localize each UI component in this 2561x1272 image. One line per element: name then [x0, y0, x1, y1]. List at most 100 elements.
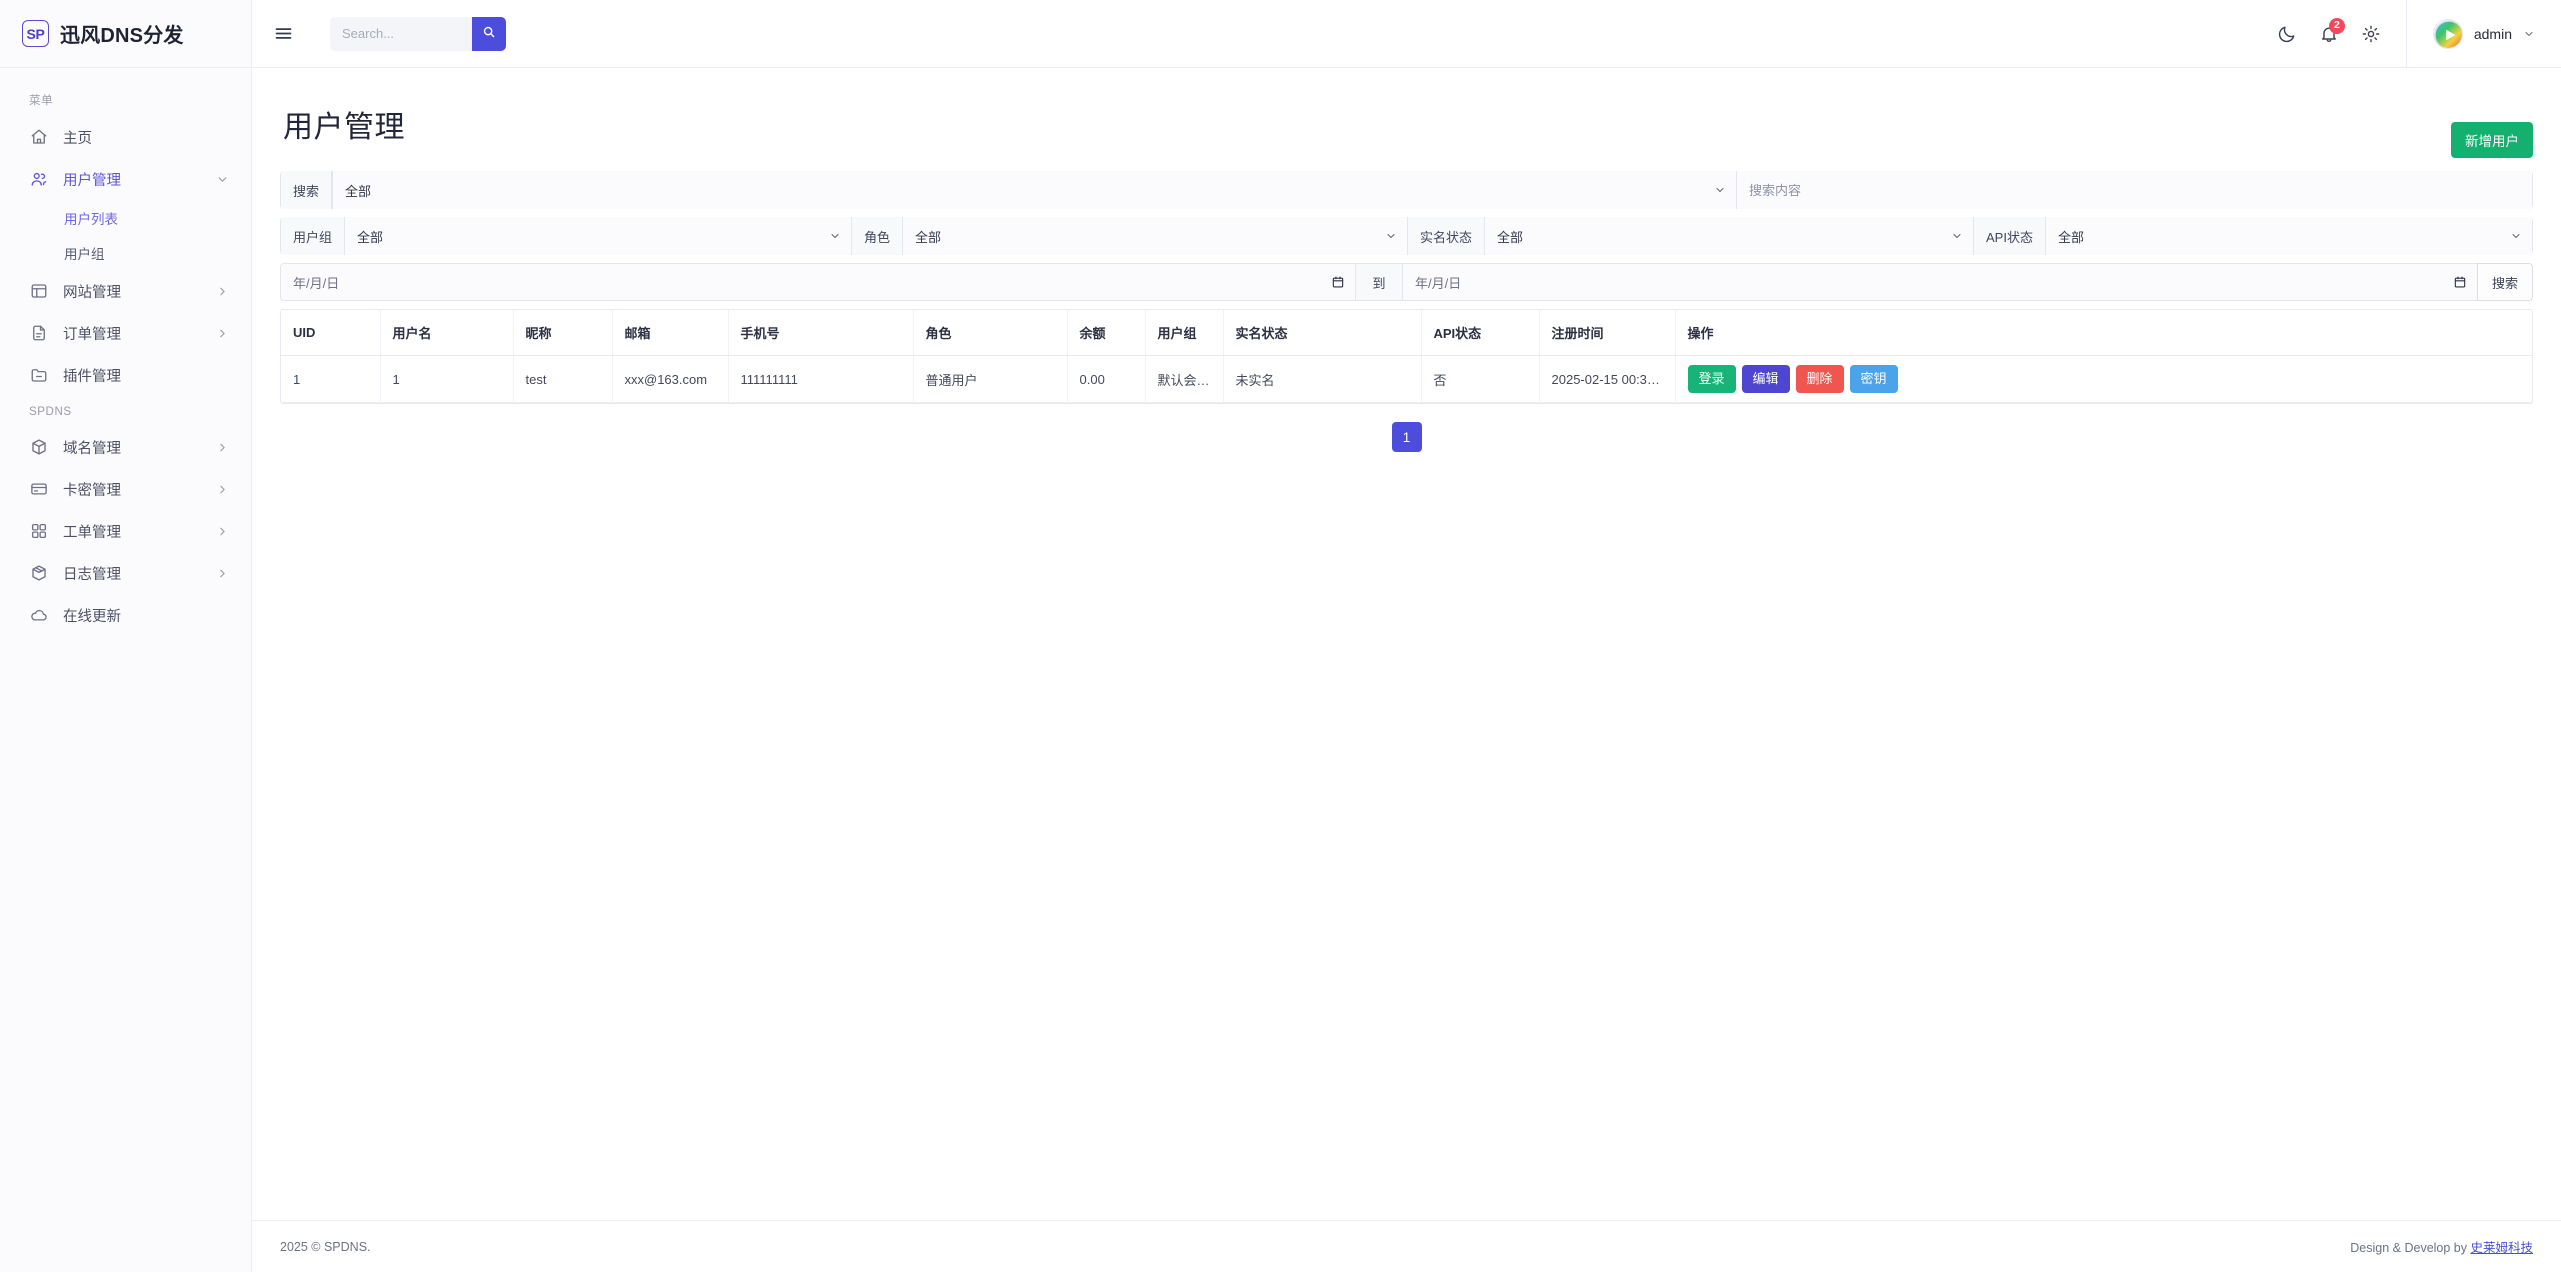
date-range-separator: 到 — [1356, 263, 1402, 301]
footer: 2025 © SPDNS. Design & Develop by 史莱姆科技 — [252, 1220, 2561, 1272]
sidebar-item-label: 域名管理 — [63, 440, 121, 457]
chevron-down-icon — [1945, 230, 1963, 242]
table-header-row: UID 用户名 昵称 邮箱 手机号 角色 余额 用户组 实名状态 API状态 注… — [281, 310, 2532, 356]
chevron-right-icon — [216, 285, 229, 298]
calendar-icon[interactable] — [1331, 275, 1345, 289]
search-input[interactable] — [330, 16, 472, 51]
chevron-right-icon — [216, 525, 229, 538]
cell-balance: 0.00 — [1067, 355, 1146, 404]
sidebar-subitem-label: 用户列表 — [64, 211, 118, 227]
filter-row-1: 搜索 全部 — [280, 171, 2533, 209]
col-balance[interactable]: 余额 — [1067, 310, 1146, 356]
cell-api-status: 否 — [1421, 355, 1540, 404]
footer-copyright: 2025 © SPDNS. — [280, 1239, 371, 1254]
credit-card-icon — [29, 480, 48, 499]
cell-phone: 111111111 — [728, 355, 914, 404]
footer-credit-prefix: Design & Develop by — [2350, 1241, 2471, 1255]
row-key-button[interactable]: 密钥 — [1849, 365, 1898, 394]
filter-api: API状态 全部 — [1974, 217, 2533, 255]
api-status-select[interactable]: 全部 — [2045, 217, 2532, 255]
sidebar-item-online-update[interactable]: 在线更新 — [0, 594, 251, 636]
chevron-down-icon — [2523, 28, 2535, 40]
sidebar-item-label: 用户管理 — [63, 172, 121, 189]
row-delete-button[interactable]: 删除 — [1795, 365, 1844, 394]
brand[interactable]: SP 迅风DNS分发 — [0, 0, 251, 68]
sidebar-nav: 菜单 主页 用户管理 用户列表 用户组 网站管理 订单管理 插件管理 SPDNS… — [0, 68, 251, 1272]
col-username[interactable]: 用户名 — [380, 310, 514, 356]
filter-label-role: 角色 — [852, 217, 904, 255]
date-start-input[interactable]: 年/月/日 — [280, 263, 1356, 301]
date-end-input[interactable]: 年/月/日 — [1402, 263, 2477, 301]
cell-usergroup: 默认会员组 — [1145, 355, 1224, 404]
footer-credit: Design & Develop by 史莱姆科技 — [2350, 1237, 2533, 1256]
sidebar-item-user-management[interactable]: 用户管理 — [0, 158, 251, 200]
realname-status-select[interactable]: 全部 — [1485, 217, 1973, 255]
sidebar-item-user-group[interactable]: 用户组 — [0, 235, 251, 270]
sidebar-item-order-management[interactable]: 订单管理 — [0, 312, 251, 354]
calendar-icon[interactable] — [2453, 275, 2467, 289]
sidebar-section-label-menu: 菜单 — [29, 95, 54, 107]
user-name: admin — [2473, 25, 2512, 42]
search-submit-button[interactable] — [472, 16, 506, 51]
topbar-actions: 2 admin — [2266, 0, 2543, 68]
sidebar-item-site-management[interactable]: 网站管理 — [0, 270, 251, 312]
cell-username: 1 — [380, 355, 514, 404]
sidebar-item-label: 在线更新 — [63, 608, 121, 625]
sidebar-item-label: 主页 — [63, 130, 92, 147]
filter-panel: 搜索 全部 搜索内容 用户组 全部 角色 全部 实名状态 全部 API状态 全部… — [280, 171, 2533, 301]
role-select[interactable]: 全部 — [903, 217, 1407, 255]
col-actions: 操作 — [1675, 310, 2532, 356]
bell-icon[interactable]: 2 — [2308, 13, 2350, 55]
chevron-down-icon — [216, 173, 229, 186]
filter-search-button[interactable]: 搜索 — [2477, 263, 2533, 301]
filter-row-3: 年/月/日 到 年/月/日 搜索 — [280, 263, 2533, 301]
col-register-time[interactable]: 注册时间 — [1539, 310, 1676, 356]
sp-logo-icon: SP — [22, 20, 49, 47]
filter-usergroup: 用户组 全部 — [280, 217, 852, 255]
grid-icon — [29, 522, 48, 541]
search-content-input[interactable] — [1737, 171, 2532, 209]
col-phone[interactable]: 手机号 — [728, 310, 914, 356]
sidebar-item-plugin-management[interactable]: 插件管理 — [0, 354, 251, 396]
sidebar-item-domain-management[interactable]: 域名管理 — [0, 426, 251, 468]
cell-realname-status: 未实名 — [1223, 355, 1422, 404]
sidebar-item-ticket-management[interactable]: 工单管理 — [0, 510, 251, 552]
row-login-button[interactable]: 登录 — [1687, 365, 1736, 394]
main-area: 2 — [252, 0, 2561, 1272]
user-menu[interactable]: admin — [2405, 0, 2543, 68]
usergroup-select[interactable]: 全部 — [345, 217, 851, 255]
search-field-value: 全部 — [345, 183, 372, 199]
sidebar-item-label: 卡密管理 — [63, 482, 121, 499]
pagination-page-1[interactable]: 1 — [1391, 422, 1422, 453]
col-nickname[interactable]: 昵称 — [513, 310, 613, 356]
col-role[interactable]: 角色 — [913, 310, 1068, 356]
notification-badge: 2 — [2328, 17, 2345, 34]
sidebar-item-home[interactable]: 主页 — [0, 116, 251, 158]
sidebar-item-label: 订单管理 — [63, 326, 121, 343]
page-title: 用户管理 — [283, 111, 405, 144]
chevron-down-icon — [1708, 184, 1726, 196]
col-email[interactable]: 邮箱 — [612, 310, 729, 356]
col-uid[interactable]: UID — [281, 310, 381, 356]
api-value: 全部 — [2057, 229, 2084, 245]
brand-name: 迅风DNS分发 — [60, 25, 184, 47]
sidebar-item-card-management[interactable]: 卡密管理 — [0, 468, 251, 510]
folder-minus-icon — [29, 366, 48, 385]
sidebar-item-user-list[interactable]: 用户列表 — [0, 200, 251, 235]
date-start-placeholder: 年/月/日 — [293, 275, 340, 291]
col-realname-status[interactable]: 实名状态 — [1223, 310, 1422, 356]
cell-actions: 登录 编辑 删除 密钥 — [1675, 355, 2532, 404]
gear-icon[interactable] — [2350, 13, 2392, 55]
footer-credit-link[interactable]: 史莱姆科技 — [2470, 1241, 2533, 1255]
cloud-icon — [29, 606, 48, 625]
col-api-status[interactable]: API状态 — [1421, 310, 1540, 356]
cell-register-time: 2025-02-15 00:39:37 — [1539, 355, 1676, 404]
hamburger-icon[interactable] — [266, 17, 300, 51]
moon-icon[interactable] — [2266, 13, 2308, 55]
col-usergroup[interactable]: 用户组 — [1145, 310, 1224, 356]
role-value: 全部 — [915, 229, 942, 245]
row-edit-button[interactable]: 编辑 — [1741, 365, 1790, 394]
sidebar-item-log-management[interactable]: 日志管理 — [0, 552, 251, 594]
add-user-button[interactable]: 新增用户 — [2451, 122, 2533, 158]
search-field-select[interactable]: 全部 — [333, 171, 1737, 209]
